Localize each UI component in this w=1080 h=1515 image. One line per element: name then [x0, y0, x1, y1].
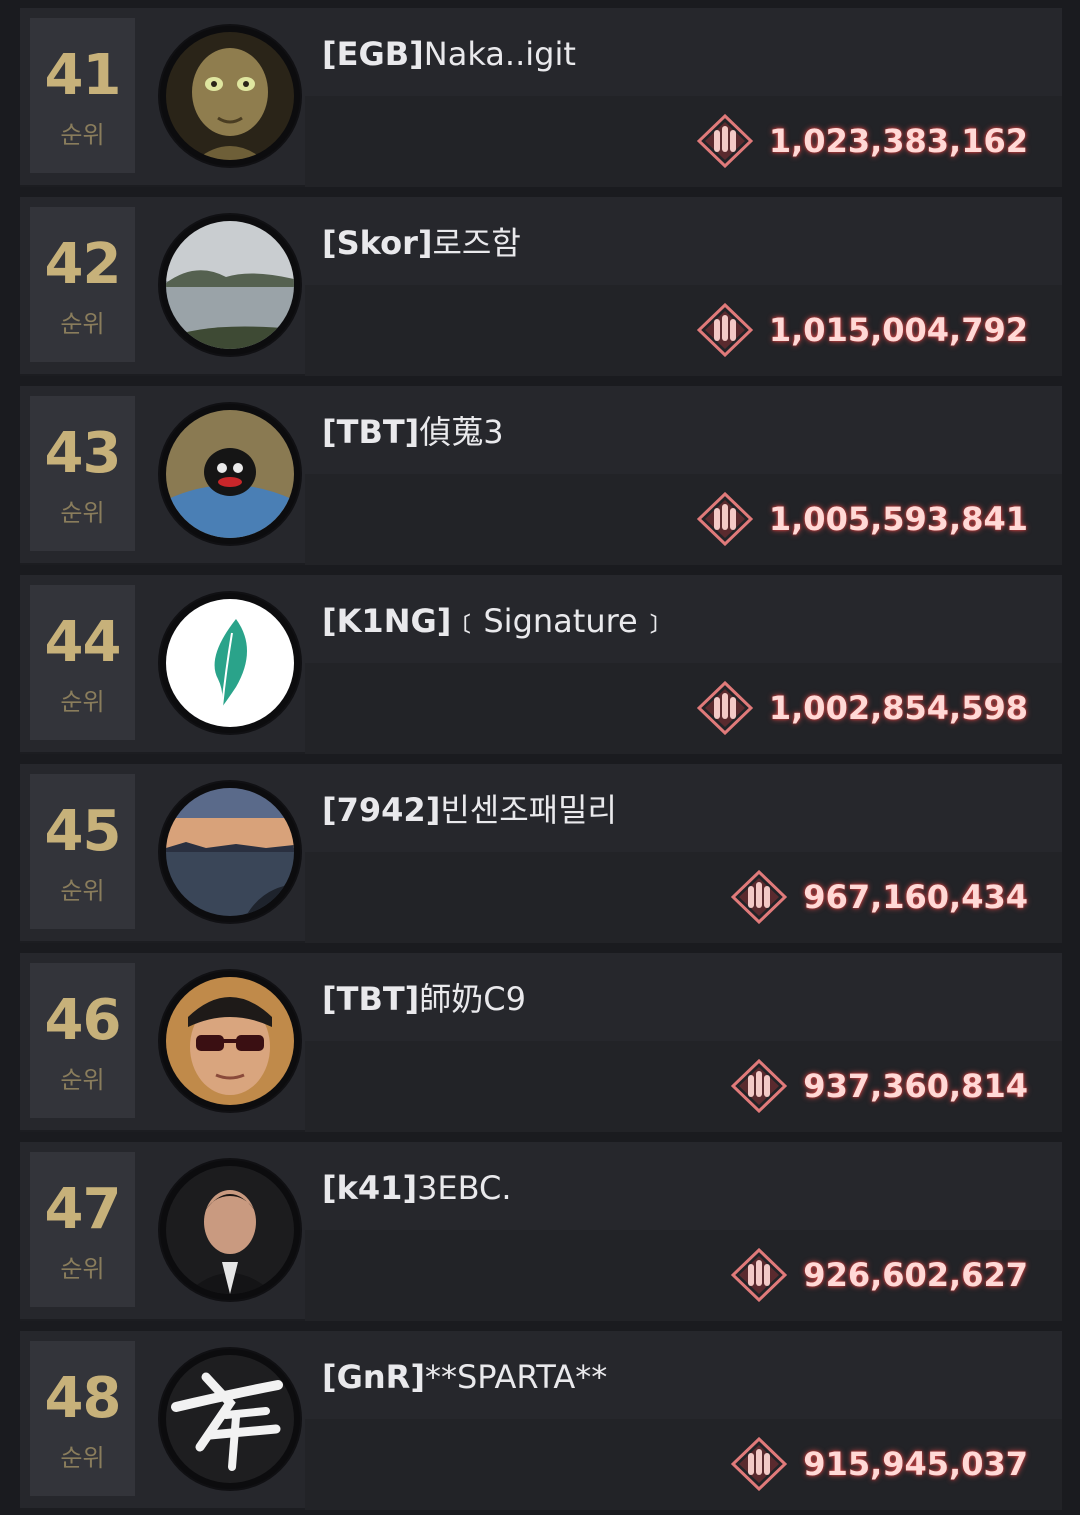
- rank-label: 순위: [60, 1444, 105, 1472]
- rank-badge: 45 순위: [30, 774, 135, 929]
- ammo-icon: [731, 1059, 788, 1113]
- score-display: 1,002,854,598: [696, 681, 1028, 735]
- rank-number: 46: [44, 988, 122, 1053]
- ammo-icon: [696, 114, 753, 168]
- player-name: [k41]3EBC.: [322, 1169, 512, 1207]
- rank-badge: 44 순위: [30, 585, 135, 740]
- score-value: 967,160,434: [803, 878, 1028, 916]
- rank-number: 48: [44, 1366, 122, 1431]
- rank-badge: 42 순위: [30, 207, 135, 362]
- goblin-avatar-icon[interactable]: [160, 26, 300, 166]
- leaderboard: 41 순위 [EGB]Naka..igit 1,023,383,162 42 순…: [0, 0, 1080, 1515]
- player-name: [Skor]로즈함: [322, 224, 521, 262]
- player-name: [7942]빈센조패밀리: [322, 791, 617, 829]
- player-name: [GnR]**SPARTA**: [322, 1358, 608, 1396]
- ammo-icon: [696, 303, 753, 357]
- ammo-icon: [731, 1437, 788, 1491]
- rank-badge: 41 순위: [30, 18, 135, 173]
- rank-number: 47: [44, 1177, 122, 1242]
- leaderboard-row[interactable]: 47 순위 [k41]3EBC. 926,602,627: [20, 1142, 1062, 1321]
- rank-number: 43: [44, 421, 122, 486]
- score-value: 937,360,814: [803, 1067, 1028, 1105]
- rank-badge: 43 순위: [30, 396, 135, 551]
- rank-label: 순위: [60, 499, 105, 527]
- player-name: [EGB]Naka..igit: [322, 35, 576, 73]
- score-value: 1,015,004,792: [768, 311, 1028, 349]
- leaderboard-row[interactable]: 48 순위 [GnR]**SPARTA** 915,945,037: [20, 1331, 1062, 1510]
- rank-number: 44: [44, 610, 122, 675]
- rank-label: 순위: [60, 121, 105, 149]
- rank-label: 순위: [60, 688, 105, 716]
- sunglasses-man-avatar-icon[interactable]: [160, 971, 300, 1111]
- rank-badge: 46 순위: [30, 963, 135, 1118]
- soldier-portrait-avatar-icon[interactable]: [160, 1160, 300, 1300]
- player-name: [K1NG]﹝Signature﹞: [322, 602, 670, 640]
- rank-label: 순위: [60, 1255, 105, 1283]
- rank-label: 순위: [60, 877, 105, 905]
- score-value: 915,945,037: [803, 1445, 1028, 1483]
- ammo-icon: [696, 681, 753, 735]
- sunset-sea-avatar-icon[interactable]: [160, 782, 300, 922]
- leaderboard-row[interactable]: 43 순위 [TBT]偵蒐3 1,005,593,841: [20, 386, 1062, 565]
- rank-number: 42: [44, 232, 122, 297]
- score-value: 1,005,593,841: [768, 500, 1028, 538]
- leaderboard-row[interactable]: 44 순위 [K1NG]﹝Signature﹞ 1,002,854,598: [20, 575, 1062, 754]
- score-display: 1,023,383,162: [696, 114, 1028, 168]
- score-value: 1,023,383,162: [768, 122, 1028, 160]
- ammo-icon: [731, 870, 788, 924]
- score-display: 926,602,627: [731, 1248, 1028, 1302]
- score-display: 1,005,593,841: [696, 492, 1028, 546]
- score-display: 937,360,814: [731, 1059, 1028, 1113]
- player-name: [TBT]偵蒐3: [322, 413, 504, 451]
- feather-avatar-icon[interactable]: [160, 593, 300, 733]
- ammo-icon: [731, 1248, 788, 1302]
- score-display: 967,160,434: [731, 870, 1028, 924]
- plush-doll-avatar-icon[interactable]: [160, 404, 300, 544]
- sea-island-avatar-icon[interactable]: [160, 215, 300, 355]
- rank-label: 순위: [60, 310, 105, 338]
- calligraphy-avatar-icon[interactable]: [160, 1349, 300, 1489]
- rank-label: 순위: [60, 1066, 105, 1094]
- leaderboard-row[interactable]: 46 순위 [TBT]師奶C9 937,360,814: [20, 953, 1062, 1132]
- leaderboard-row[interactable]: 42 순위 [Skor]로즈함 1,015,004,792: [20, 197, 1062, 376]
- rank-badge: 47 순위: [30, 1152, 135, 1307]
- rank-badge: 48 순위: [30, 1341, 135, 1496]
- player-name: [TBT]師奶C9: [322, 980, 527, 1018]
- leaderboard-row[interactable]: 41 순위 [EGB]Naka..igit 1,023,383,162: [20, 8, 1062, 187]
- score-display: 915,945,037: [731, 1437, 1028, 1491]
- score-display: 1,015,004,792: [696, 303, 1028, 357]
- leaderboard-row[interactable]: 45 순위 [7942]빈센조패밀리 967,160,434: [20, 764, 1062, 943]
- rank-number: 45: [44, 799, 122, 864]
- rank-number: 41: [44, 43, 122, 108]
- score-value: 1,002,854,598: [768, 689, 1028, 727]
- score-value: 926,602,627: [803, 1256, 1028, 1294]
- ammo-icon: [696, 492, 753, 546]
